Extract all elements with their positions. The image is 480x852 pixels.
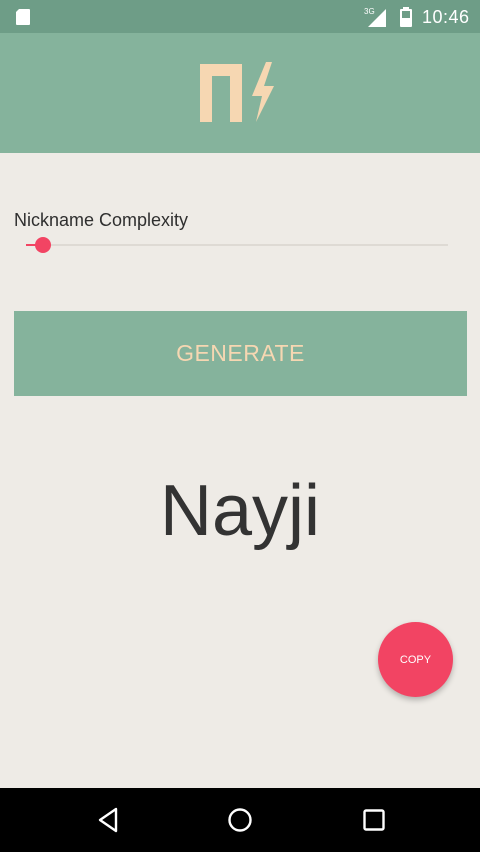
navigation-bar xyxy=(0,788,480,852)
network-type-label: 3G xyxy=(364,7,375,16)
recents-icon[interactable] xyxy=(360,806,388,834)
slider-track xyxy=(26,244,448,246)
generated-nickname: Nayji xyxy=(159,471,321,551)
battery-icon xyxy=(400,7,412,27)
home-icon[interactable] xyxy=(226,806,254,834)
back-icon[interactable] xyxy=(94,806,122,834)
copy-button[interactable]: COPY xyxy=(378,622,453,697)
app-header xyxy=(0,33,480,153)
generate-button[interactable]: GENERATE xyxy=(14,311,467,396)
slider-thumb[interactable] xyxy=(35,237,51,253)
lightning-n-logo-icon xyxy=(200,62,274,122)
sd-card-icon xyxy=(16,9,30,25)
signal-icon: 3G xyxy=(364,7,386,27)
status-time: 10:46 xyxy=(422,7,470,27)
complexity-label: Nickname Complexity xyxy=(14,210,189,230)
complexity-slider[interactable] xyxy=(26,232,448,258)
status-bar: 3G 10:46 xyxy=(0,0,480,33)
